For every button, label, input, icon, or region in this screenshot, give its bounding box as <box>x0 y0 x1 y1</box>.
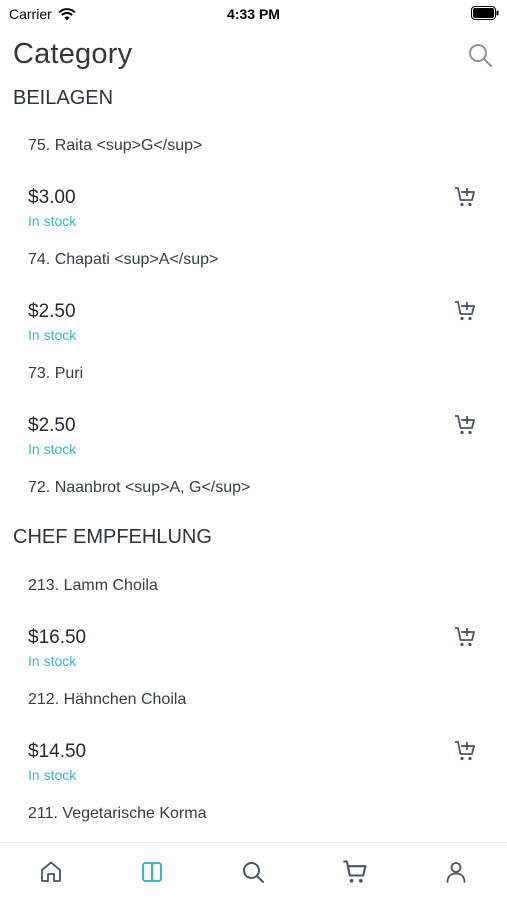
product-name: 74. Chapati <sup>A</sup> <box>28 251 219 268</box>
product-item[interactable]: 211. Vegetarische Korma <box>0 797 507 831</box>
product-item[interactable]: 72. Naanbrot <sup>A, G</sup> <box>0 471 507 505</box>
product-price: $2.50 <box>28 301 76 322</box>
battery-icon <box>471 6 499 20</box>
tab-search[interactable] <box>233 852 273 892</box>
category-icon <box>142 861 163 882</box>
price-row: $2.50 In stock <box>0 391 507 471</box>
stock-status: In stock <box>28 441 77 457</box>
section-beilagen: BEILAGEN 75. Raita <sup>G</sup> $3.00 In… <box>0 80 507 505</box>
add-to-cart-icon[interactable] <box>453 413 477 437</box>
product-name: 75. Raita <sup>G</sup> <box>28 137 203 154</box>
add-to-cart-icon[interactable] <box>453 299 477 323</box>
product-item[interactable]: 74. Chapati <sup>A</sup> $2.50 In stock <box>0 243 507 357</box>
product-price: $16.50 <box>28 627 87 648</box>
tab-category[interactable] <box>132 852 172 892</box>
product-price: $3.00 <box>28 187 76 208</box>
product-name: 73. Puri <box>28 365 84 382</box>
stock-status: In stock <box>28 653 77 669</box>
section-title: BEILAGEN <box>13 87 114 109</box>
price-row: $2.50 In stock <box>0 277 507 357</box>
product-name: 211. Vegetarische Korma <box>28 805 207 822</box>
product-item[interactable]: 213. Lamm Choila $16.50 In stock <box>0 569 507 683</box>
stock-status: In stock <box>28 767 77 783</box>
price-row: $16.50 In stock <box>0 603 507 683</box>
product-price: $14.50 <box>28 741 87 762</box>
price-row: $3.00 In stock <box>0 163 507 243</box>
add-to-cart-icon[interactable] <box>453 739 477 763</box>
search-icon[interactable] <box>467 42 493 68</box>
cart-icon <box>343 859 367 883</box>
tab-home[interactable] <box>31 852 71 892</box>
price-row: $14.50 In stock <box>0 717 507 797</box>
category-list[interactable]: BEILAGEN 75. Raita <sup>G</sup> $3.00 In… <box>0 80 507 840</box>
add-to-cart-icon[interactable] <box>453 185 477 209</box>
home-icon <box>40 861 61 882</box>
product-item[interactable]: 212. Hähnchen Choila $14.50 In stock <box>0 683 507 797</box>
bottom-tab-bar <box>0 842 507 900</box>
search-icon <box>243 861 265 883</box>
clock: 4:33 PM <box>227 6 280 22</box>
status-bar: Carrier 4:33 PM <box>0 0 507 30</box>
product-name: 212. Hähnchen Choila <box>28 691 187 708</box>
add-to-cart-icon[interactable] <box>453 625 477 649</box>
stock-status: In stock <box>28 327 77 343</box>
user-icon <box>446 861 466 883</box>
section-title: CHEF EMPFEHLUNG <box>13 526 212 548</box>
product-price: $2.50 <box>28 415 76 436</box>
page-header: Category <box>13 38 493 78</box>
stock-status: In stock <box>28 213 77 229</box>
section-chef-empfehlung: CHEF EMPFEHLUNG 213. Lamm Choila $16.50 … <box>0 519 507 831</box>
tab-profile[interactable] <box>436 852 476 892</box>
product-item[interactable]: 75. Raita <sup>G</sup> $3.00 In stock <box>0 129 507 243</box>
product-name: 213. Lamm Choila <box>28 577 158 594</box>
page-title: Category <box>13 38 133 70</box>
tab-cart[interactable] <box>335 852 375 892</box>
product-name: 72. Naanbrot <sup>A, G</sup> <box>28 479 251 496</box>
product-item[interactable]: 73. Puri $2.50 In stock <box>0 357 507 471</box>
